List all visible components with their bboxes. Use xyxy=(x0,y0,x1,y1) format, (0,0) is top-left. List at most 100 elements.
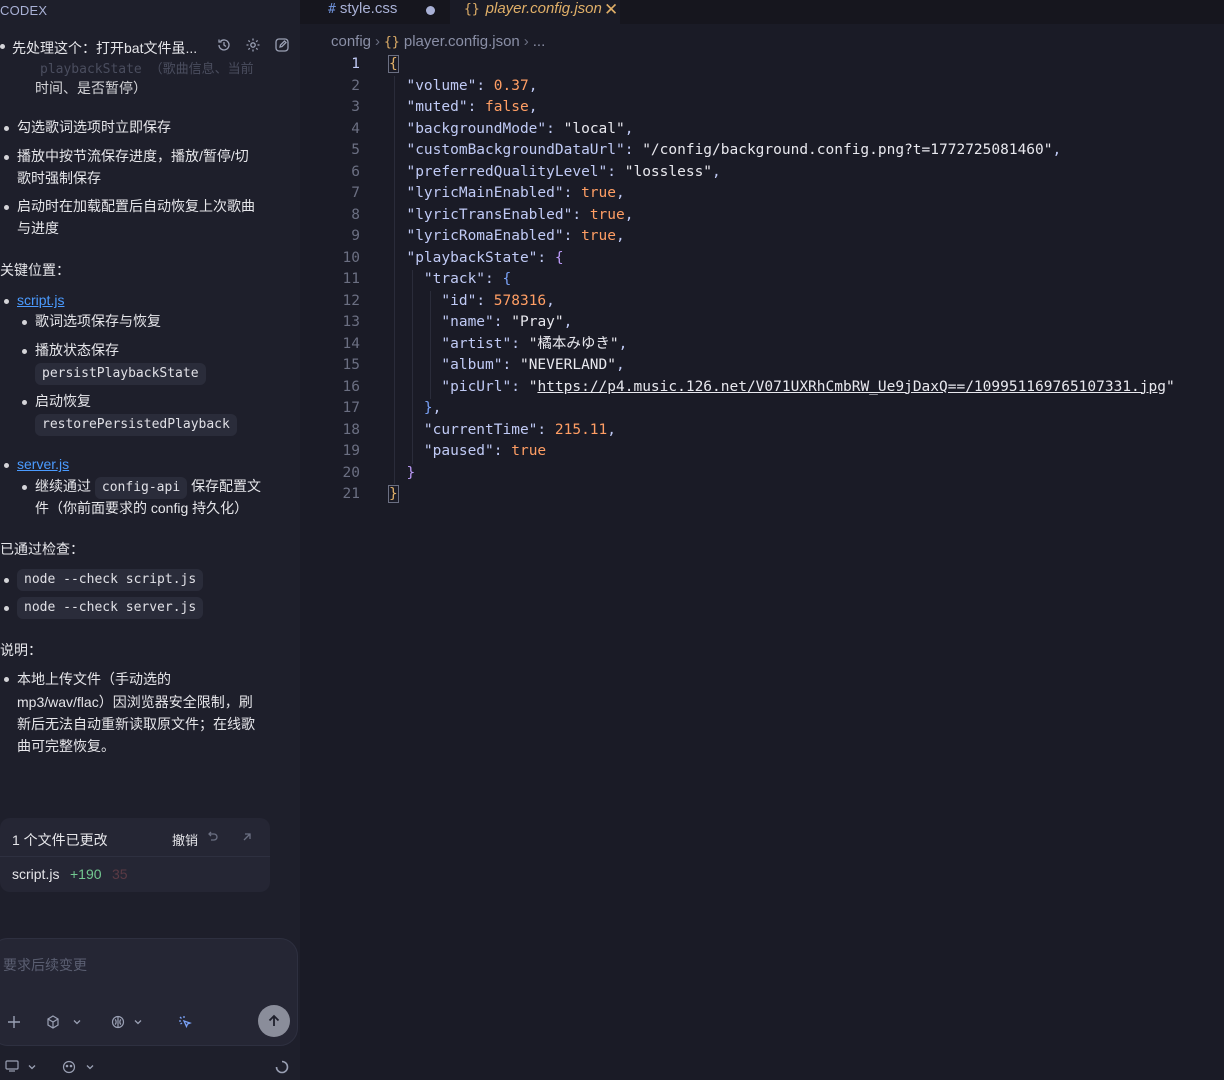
bullet-dot xyxy=(22,400,27,405)
code-line[interactable]: 20 } xyxy=(300,463,1224,485)
code-line[interactable]: 16 "picUrl": "https://p4.music.126.net/V… xyxy=(300,377,1224,399)
bullet-throttle-save: 播放中按节流保存进度，播放/暂停/切 xyxy=(17,148,249,164)
check-server-code: node --check server.js xyxy=(17,597,204,619)
chevron-down-icon[interactable] xyxy=(72,1017,82,1027)
code-line[interactable]: 12 "id": 578316, xyxy=(300,291,1224,313)
note-line: 本地上传文件（手动选的 xyxy=(17,671,171,687)
model-cube-icon[interactable] xyxy=(46,1015,60,1029)
code-line[interactable]: 15 "album": "NEVERLAND", xyxy=(300,355,1224,377)
open-diff-icon[interactable] xyxy=(240,830,256,846)
undo-button[interactable]: 撤销 xyxy=(172,830,198,849)
thread-header[interactable]: 先处理这个：打开bat文件虽... xyxy=(0,36,300,58)
changed-files-card: 1 个文件已更改 撤销 script.js +190 35 xyxy=(0,818,270,892)
code-line[interactable]: 18 "currentTime": 215.11, xyxy=(300,420,1224,442)
changed-file-name[interactable]: script.js xyxy=(12,866,59,882)
additions-count: +190 xyxy=(70,866,102,882)
script-js-link[interactable]: script.js xyxy=(17,289,64,311)
reasoning-brain-icon[interactable] xyxy=(111,1015,125,1029)
code-line[interactable]: 9 "lyricRomaEnabled": true, xyxy=(300,226,1224,248)
deletions-count: 35 xyxy=(112,866,128,882)
thread-bullet xyxy=(0,44,5,49)
unsaved-dot-icon[interactable] xyxy=(426,6,435,15)
app-title: CODEX xyxy=(0,3,48,18)
breadcrumb-more[interactable]: ... xyxy=(533,33,546,50)
json-file-icon: {} xyxy=(464,2,480,17)
code-line[interactable]: 1{ xyxy=(300,54,1224,76)
script-item-restore: 启动恢复 xyxy=(35,393,91,409)
script-item-playback: 播放状态保存 xyxy=(35,342,119,358)
server-item-cont: 件（你前面要求的 config 持久化） xyxy=(35,500,249,516)
script-item-lyrics: 歌词选项保存与恢复 xyxy=(35,313,161,329)
config-api-code: config-api xyxy=(94,477,188,499)
code-line[interactable]: 19 "paused": true xyxy=(300,441,1224,463)
add-attachment-icon[interactable] xyxy=(7,1015,21,1029)
bullet-dot xyxy=(22,320,27,325)
code-line[interactable]: 10 "playbackState": { xyxy=(300,248,1224,270)
faded-previous-line: playbackState （歌曲信息、当前 xyxy=(40,58,254,77)
code-line[interactable]: 5 "customBackgroundDataUrl": "/config/ba… xyxy=(300,140,1224,162)
server-js-link[interactable]: server.js xyxy=(17,453,69,475)
code-line[interactable]: 7 "lyricMainEnabled": true, xyxy=(300,183,1224,205)
bullet-dot xyxy=(22,485,27,490)
chevron-right-icon: › xyxy=(375,33,381,50)
chevron-down-icon[interactable] xyxy=(133,1017,143,1027)
check-item: node --check server.js xyxy=(17,597,204,619)
bullet-save-lyrics: 勾选歌词选项时立即保存 xyxy=(17,119,171,135)
tab-label[interactable]: player.config.json xyxy=(486,0,602,17)
code-line[interactable]: 2 "volume": 0.37, xyxy=(300,76,1224,98)
code-editor: # style.css {} player.config.json ✕ config… xyxy=(300,0,1224,1080)
json-file-icon: {} xyxy=(384,35,400,50)
persist-code: persistPlaybackState xyxy=(35,363,206,385)
monitor-icon[interactable] xyxy=(5,1060,19,1072)
faded-code: playbackState xyxy=(40,62,142,77)
composer[interactable]: 要求后续变更 xyxy=(0,938,298,1046)
breadcrumb: config ›{} player.config.json ›... xyxy=(331,33,545,50)
restore-code-wrap: restorePersistedPlayback xyxy=(35,414,237,436)
breadcrumb-file[interactable]: player.config.json xyxy=(404,33,520,50)
server-item: 继续通过 config-api 保存配置文 xyxy=(35,475,261,499)
check-script-code: node --check script.js xyxy=(17,569,204,591)
code-line[interactable]: 6 "preferredQualityLevel": "lossless", xyxy=(300,162,1224,184)
thread-title[interactable]: 先处理这个：打开bat文件虽... xyxy=(12,38,197,58)
code-line[interactable]: 21} xyxy=(300,484,1224,506)
chevron-right-icon: › xyxy=(523,33,529,50)
bullet-dot xyxy=(4,126,9,131)
undo-icon[interactable] xyxy=(205,830,221,846)
composer-input[interactable]: 要求后续变更 xyxy=(3,955,87,975)
breadcrumb-folder[interactable]: config xyxy=(331,33,371,50)
chevron-down-icon[interactable] xyxy=(85,1062,95,1072)
code-line[interactable]: 11 "track": { xyxy=(300,269,1224,291)
code-line[interactable]: 3 "muted": false, xyxy=(300,97,1224,119)
checks-heading: 已通过检查： xyxy=(0,541,84,557)
agent-face-icon[interactable] xyxy=(62,1060,76,1074)
changed-files-title: 1 个文件已更改 xyxy=(12,832,108,848)
pic-url-link[interactable]: https://p4.music.126.net/V071UXRhCmbRW_U… xyxy=(537,379,1166,395)
check-item: node --check script.js xyxy=(17,569,204,591)
settings-gear-icon[interactable] xyxy=(245,37,263,55)
faded-text: （歌曲信息、当前 xyxy=(149,61,254,76)
server-item-text-b: 保存配置文 xyxy=(191,478,262,494)
close-tab-icon[interactable]: ✕ xyxy=(604,0,618,20)
code-line[interactable]: 14 "artist": "橘本みゆき", xyxy=(300,334,1224,356)
continued-text: 时间、是否暂停） xyxy=(35,80,147,96)
new-chat-edit-icon[interactable] xyxy=(274,37,292,55)
history-icon[interactable] xyxy=(216,37,234,55)
code-line[interactable]: 8 "lyricTransEnabled": true, xyxy=(300,205,1224,227)
send-button[interactable] xyxy=(258,1005,290,1037)
bullet-dot xyxy=(4,205,9,210)
code-line[interactable]: 4 "backgroundMode": "local", xyxy=(300,119,1224,141)
server-item-text-a: 继续通过 xyxy=(35,478,91,494)
bullet-dot xyxy=(4,677,9,682)
bullet-throttle-save-cont: 歌时强制保存 xyxy=(17,170,101,186)
tab-bar xyxy=(300,0,1224,24)
code-line[interactable]: 13 "name": "Pray", xyxy=(300,312,1224,334)
notes-heading: 说明： xyxy=(0,642,42,658)
note-line: 曲可完整恢复。 xyxy=(17,738,115,754)
tab-player-config-json[interactable]: {} player.config.json ✕ xyxy=(450,0,620,24)
sparkle-cursor-icon[interactable] xyxy=(178,1015,192,1029)
bullet-dot xyxy=(4,155,9,160)
chevron-down-icon[interactable] xyxy=(27,1062,37,1072)
tab-style-css[interactable]: # style.css xyxy=(328,0,435,24)
code-line[interactable]: 17 }, xyxy=(300,398,1224,420)
tab-label[interactable]: style.css xyxy=(340,0,398,17)
